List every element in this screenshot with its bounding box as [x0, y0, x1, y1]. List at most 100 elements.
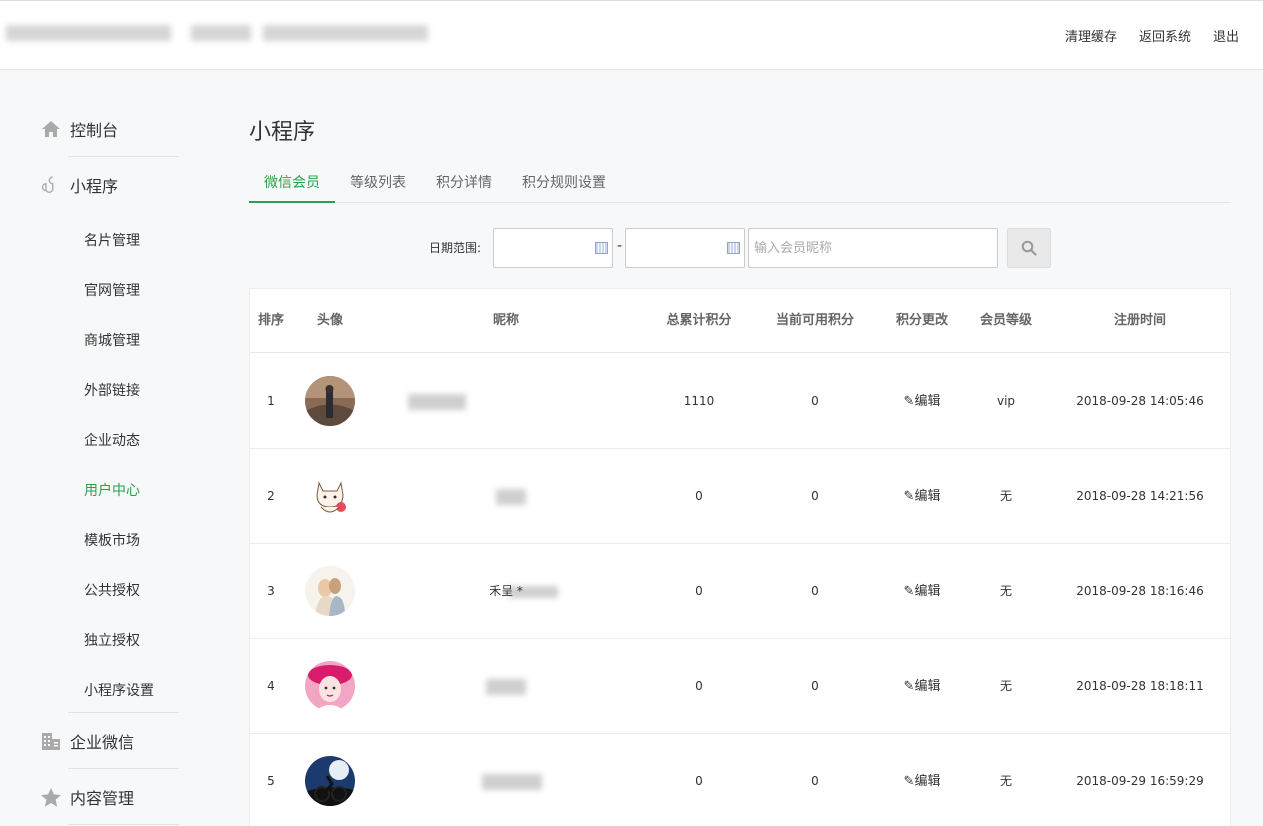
rank-cell: 4 — [267, 679, 275, 693]
miniprogram-icon — [40, 174, 62, 196]
edit-label: 编辑 — [914, 679, 941, 694]
edit-points-button[interactable]: ✎编辑 — [882, 544, 962, 639]
column-header: 会员等级 — [979, 313, 1032, 328]
pencil-icon: ✎ — [903, 489, 915, 504]
edit-points-button[interactable]: ✎编辑 — [882, 354, 962, 449]
divider — [68, 824, 179, 825]
sidebar-sub-user-center[interactable]: 用户中心 — [84, 480, 140, 500]
table-header: 排序 头像 昵称 总累计积分 当前可用积分 积分更改 会员等级 注册时间 — [250, 289, 1230, 353]
member-level-cell: 无 — [999, 679, 1012, 693]
avatar — [305, 661, 355, 711]
logout-link[interactable]: 退出 — [1213, 26, 1239, 45]
filter-bar: 日期范围: - — [249, 228, 1231, 268]
register-time-cell: 2018-09-28 18:16:46 — [1076, 584, 1204, 598]
edit-points-button[interactable]: ✎编辑 — [882, 734, 962, 826]
sidebar-item-miniprogram[interactable]: 小程序 — [40, 157, 179, 213]
edit-points-button[interactable]: ✎编辑 — [882, 639, 962, 734]
sidebar: 控制台 小程序 名片管理 官网管理 商城管理 外部链接 企业动态 用户中心 模板… — [0, 70, 220, 826]
back-to-system-link[interactable]: 返回系统 — [1139, 26, 1191, 45]
home-icon — [40, 118, 62, 140]
edit-points-button[interactable]: ✎编辑 — [882, 449, 962, 544]
available-points-cell: 0 — [811, 394, 819, 408]
tab-points-details[interactable]: 积分详情 — [421, 166, 507, 202]
sidebar-sub-website-management[interactable]: 官网管理 — [84, 280, 140, 300]
sidebar-item-content-management[interactable]: 内容管理 — [40, 769, 179, 825]
member-level-cell: 无 — [999, 584, 1012, 598]
clear-cache-link[interactable]: 清理缓存 — [1065, 26, 1117, 45]
member-level-cell: vip — [996, 394, 1016, 408]
search-button[interactable] — [1007, 228, 1051, 268]
rank-cell: 1 — [267, 394, 275, 408]
pencil-icon: ✎ — [903, 394, 915, 409]
member-level-cell: 无 — [999, 489, 1012, 503]
end-date-input[interactable] — [625, 228, 745, 268]
table-row: 3 禾呈 * 0 0 ✎编辑 无 2018-09-28 18:16:46 — [250, 544, 1230, 639]
sidebar-sub-external-links[interactable]: 外部链接 — [84, 380, 140, 400]
register-time-cell: 2018-09-28 14:05:46 — [1076, 394, 1204, 408]
total-points-cell: 0 — [695, 774, 703, 788]
page-title: 小程序 — [249, 120, 316, 145]
sidebar-item-label: 内容管理 — [70, 789, 135, 808]
sidebar-sub-public-authorization[interactable]: 公共授权 — [84, 580, 140, 600]
column-header: 积分更改 — [895, 313, 948, 328]
available-points-cell: 0 — [811, 679, 819, 693]
table-row: 5 0 0 ✎编辑 无 2018-09-29 16:59:29 — [250, 734, 1230, 826]
nickname-cell — [450, 354, 562, 449]
table-row: 1 1110 0 ✎编辑 vip 2018-09-28 14:05:46 — [250, 354, 1230, 449]
nickname-cell — [450, 639, 562, 734]
tab-wechat-members[interactable]: 微信会员 — [249, 166, 335, 203]
pencil-icon: ✎ — [903, 679, 915, 694]
sidebar-item-enterprise-wechat[interactable]: 企业微信 — [40, 713, 179, 769]
star-icon — [40, 786, 62, 808]
sidebar-sub-template-market[interactable]: 模板市场 — [84, 530, 140, 550]
column-header: 注册时间 — [1113, 313, 1166, 328]
avatar — [305, 566, 355, 616]
members-table: 排序 头像 昵称 总累计积分 当前可用积分 积分更改 会员等级 注册时间 1 1… — [249, 288, 1231, 826]
building-icon — [40, 730, 62, 752]
sidebar-sub-mall-management[interactable]: 商城管理 — [84, 330, 140, 350]
table-row: 4 0 0 ✎编辑 无 2018-09-28 18:18:11 — [250, 639, 1230, 734]
total-points-cell: 0 — [695, 489, 703, 503]
blurred-logo — [6, 17, 428, 51]
column-header: 总累计积分 — [666, 313, 732, 328]
total-points-cell: 1110 — [683, 394, 715, 408]
rank-cell: 2 — [267, 489, 275, 503]
avatar — [305, 376, 355, 426]
top-bar: 清理缓存 返回系统 退出 — [0, 0, 1263, 70]
column-header: 头像 — [316, 313, 343, 328]
edit-label: 编辑 — [914, 489, 941, 504]
column-header: 昵称 — [492, 313, 519, 328]
tab-level-list[interactable]: 等级列表 — [335, 166, 421, 202]
member-level-cell: 无 — [999, 774, 1012, 788]
sidebar-item-label: 企业微信 — [70, 733, 135, 752]
tab-points-rules[interactable]: 积分规则设置 — [507, 166, 621, 202]
nickname-cell — [450, 449, 562, 544]
edit-label: 编辑 — [914, 394, 941, 409]
avatar — [305, 471, 355, 521]
column-header: 当前可用积分 — [775, 313, 854, 328]
register-time-cell: 2018-09-28 14:21:56 — [1076, 489, 1204, 503]
rank-cell: 3 — [267, 584, 275, 598]
sidebar-item-console[interactable]: 控制台 — [40, 101, 179, 157]
nickname-cell: 禾呈 * — [489, 584, 523, 598]
total-points-cell: 0 — [695, 679, 703, 693]
edit-label: 编辑 — [914, 584, 941, 599]
nickname-cell — [450, 734, 562, 826]
sidebar-item-label: 控制台 — [70, 121, 119, 140]
start-date-input[interactable] — [493, 228, 613, 268]
rank-cell: 5 — [267, 774, 275, 788]
table-row: 2 0 0 ✎编辑 无 2018-09-28 14:21:56 — [250, 449, 1230, 544]
date-separator: - — [617, 238, 623, 254]
available-points-cell: 0 — [811, 489, 819, 503]
sidebar-sub-company-news[interactable]: 企业动态 — [84, 430, 140, 450]
sidebar-sub-card-management[interactable]: 名片管理 — [84, 230, 140, 250]
pencil-icon: ✎ — [903, 584, 915, 599]
sidebar-sub-independent-authorization[interactable]: 独立授权 — [84, 630, 140, 650]
pencil-icon: ✎ — [903, 774, 915, 789]
total-points-cell: 0 — [695, 584, 703, 598]
calendar-icon[interactable] — [727, 242, 740, 254]
sidebar-sub-miniprogram-settings[interactable]: 小程序设置 — [84, 680, 154, 700]
calendar-icon[interactable] — [595, 242, 608, 254]
column-header: 排序 — [257, 313, 284, 328]
nickname-search-input[interactable] — [748, 228, 998, 268]
